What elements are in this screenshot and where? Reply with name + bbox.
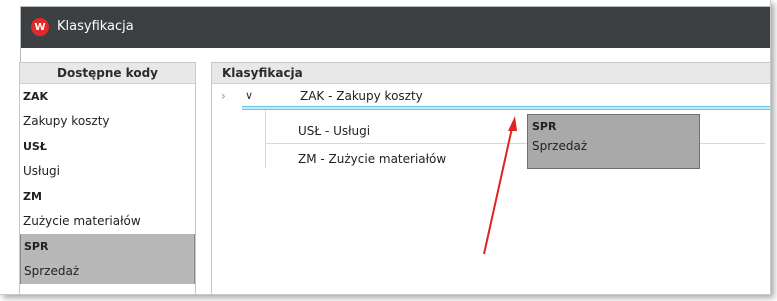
screenshot-frame: W Klasyfikacja Dostępne kody ZAK Zakupy …	[0, 0, 771, 295]
annotation-arrow	[483, 116, 517, 255]
